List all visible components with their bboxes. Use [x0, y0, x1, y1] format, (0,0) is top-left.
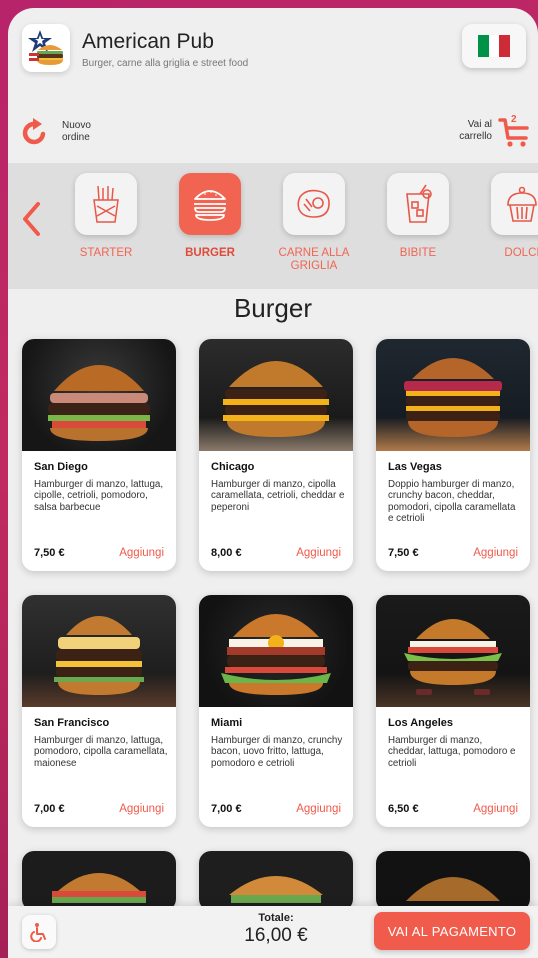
product-name: San Diego — [34, 461, 88, 473]
product-price: 7,50 € — [34, 547, 65, 559]
add-button[interactable]: Aggiungi — [473, 547, 518, 559]
product-name: Chicago — [211, 461, 255, 473]
product-description: Hamburger di manzo, cheddar, lattuga, po… — [388, 735, 516, 769]
steak-icon — [297, 189, 330, 218]
category-starter[interactable]: STARTER — [60, 173, 152, 260]
product-card[interactable]: Los Angeles Hamburger di manzo, cheddar,… — [376, 595, 530, 827]
product-name: Las Vegas — [388, 461, 442, 473]
product-price: 7,00 € — [211, 803, 242, 815]
category-bar: STARTER BURGER CARNE ALLA GRIGLIA BIBITE… — [8, 163, 538, 289]
product-description: Hamburger di manzo, lattuga, pomodoro, c… — [34, 735, 168, 769]
category-dolci[interactable]: DOLCI — [476, 173, 538, 260]
product-image — [199, 595, 353, 707]
chevron-left-icon — [23, 202, 40, 236]
product-price: 7,00 € — [34, 803, 65, 815]
language-button[interactable] — [462, 24, 526, 68]
product-image — [199, 851, 353, 911]
product-description: Hamburger di manzo, crunchy bacon, uovo … — [211, 735, 343, 769]
add-button[interactable]: Aggiungi — [296, 547, 341, 559]
product-card[interactable] — [199, 851, 353, 911]
cart-label: Vai al carrello — [459, 119, 492, 142]
new-order-label: Nuovo ordine — [62, 120, 91, 143]
product-description: Hamburger di manzo, cipolla caramellata,… — [211, 479, 345, 513]
bottom-bar: Totale: 16,00 € VAI AL PAGAMENTO — [8, 906, 538, 958]
product-image — [22, 339, 176, 451]
product-image — [376, 339, 530, 451]
total-value: 16,00 € — [244, 925, 308, 946]
burger-icon — [194, 190, 226, 221]
category-back-button[interactable] — [20, 201, 42, 242]
refresh-icon — [22, 118, 46, 145]
accessibility-button[interactable] — [22, 915, 56, 949]
product-price: 6,50 € — [388, 803, 419, 815]
italy-flag-icon — [478, 35, 511, 57]
category-bibite[interactable]: BIBITE — [372, 173, 464, 260]
product-image — [22, 595, 176, 707]
add-button[interactable]: Aggiungi — [296, 803, 341, 815]
product-price: 7,50 € — [388, 547, 419, 559]
product-name: San Francisco — [34, 717, 110, 729]
product-card[interactable] — [376, 851, 530, 911]
product-description: Hamburger di manzo, lattuga, cipolle, ce… — [34, 479, 164, 513]
cart-count-badge: 2 — [511, 114, 517, 125]
product-price: 8,00 € — [211, 547, 242, 559]
product-image — [376, 595, 530, 707]
product-name: Miami — [211, 717, 243, 729]
new-order-button[interactable]: Nuovo ordine — [22, 118, 112, 146]
category-label: BURGER — [185, 247, 235, 259]
order-total: Totale: 16,00 € — [208, 912, 344, 947]
category-carne-alla-griglia[interactable]: CARNE ALLA GRIGLIA — [268, 173, 360, 273]
fries-icon — [93, 185, 119, 223]
logo — [22, 24, 70, 72]
product-card[interactable]: Miami Hamburger di manzo, crunchy bacon,… — [199, 595, 353, 827]
kiosk-screen: American Pub Burger, carne alla griglia … — [8, 8, 538, 958]
wheelchair-icon — [30, 923, 46, 942]
category-label: CARNE ALLA GRIGLIA — [278, 247, 350, 272]
product-card[interactable]: San Diego Hamburger di manzo, lattuga, c… — [22, 339, 176, 571]
product-image — [22, 851, 176, 911]
cupcake-icon — [507, 186, 537, 222]
logo-icon — [28, 30, 63, 65]
checkout-button[interactable]: VAI AL PAGAMENTO — [374, 912, 530, 950]
app-title: American Pub — [82, 30, 214, 53]
category-label: STARTER — [79, 247, 133, 259]
category-burger[interactable]: BURGER — [164, 173, 256, 260]
cart-button[interactable]: Vai al carrello 2 — [446, 114, 530, 148]
product-name: Los Angeles — [388, 717, 453, 729]
product-image — [376, 851, 530, 911]
category-label: DOLCI — [504, 247, 538, 259]
section-title: Burger — [233, 293, 313, 323]
add-button[interactable]: Aggiungi — [473, 803, 518, 815]
product-card[interactable]: San Francisco Hamburger di manzo, lattug… — [22, 595, 176, 827]
category-label: BIBITE — [399, 247, 437, 259]
total-label: Totale: — [258, 912, 294, 924]
product-description: Doppio hamburger di manzo, crunchy bacon… — [388, 479, 516, 524]
header: American Pub Burger, carne alla griglia … — [8, 8, 538, 98]
product-image — [199, 339, 353, 451]
add-button[interactable]: Aggiungi — [119, 547, 164, 559]
drink-icon — [406, 184, 432, 223]
product-card[interactable] — [22, 851, 176, 911]
add-button[interactable]: Aggiungi — [119, 803, 164, 815]
app-subtitle: Burger, carne alla griglia e street food — [82, 58, 249, 69]
product-card[interactable]: Las Vegas Doppio hamburger di manzo, cru… — [376, 339, 530, 571]
product-card[interactable]: Chicago Hamburger di manzo, cipolla cara… — [199, 339, 353, 571]
